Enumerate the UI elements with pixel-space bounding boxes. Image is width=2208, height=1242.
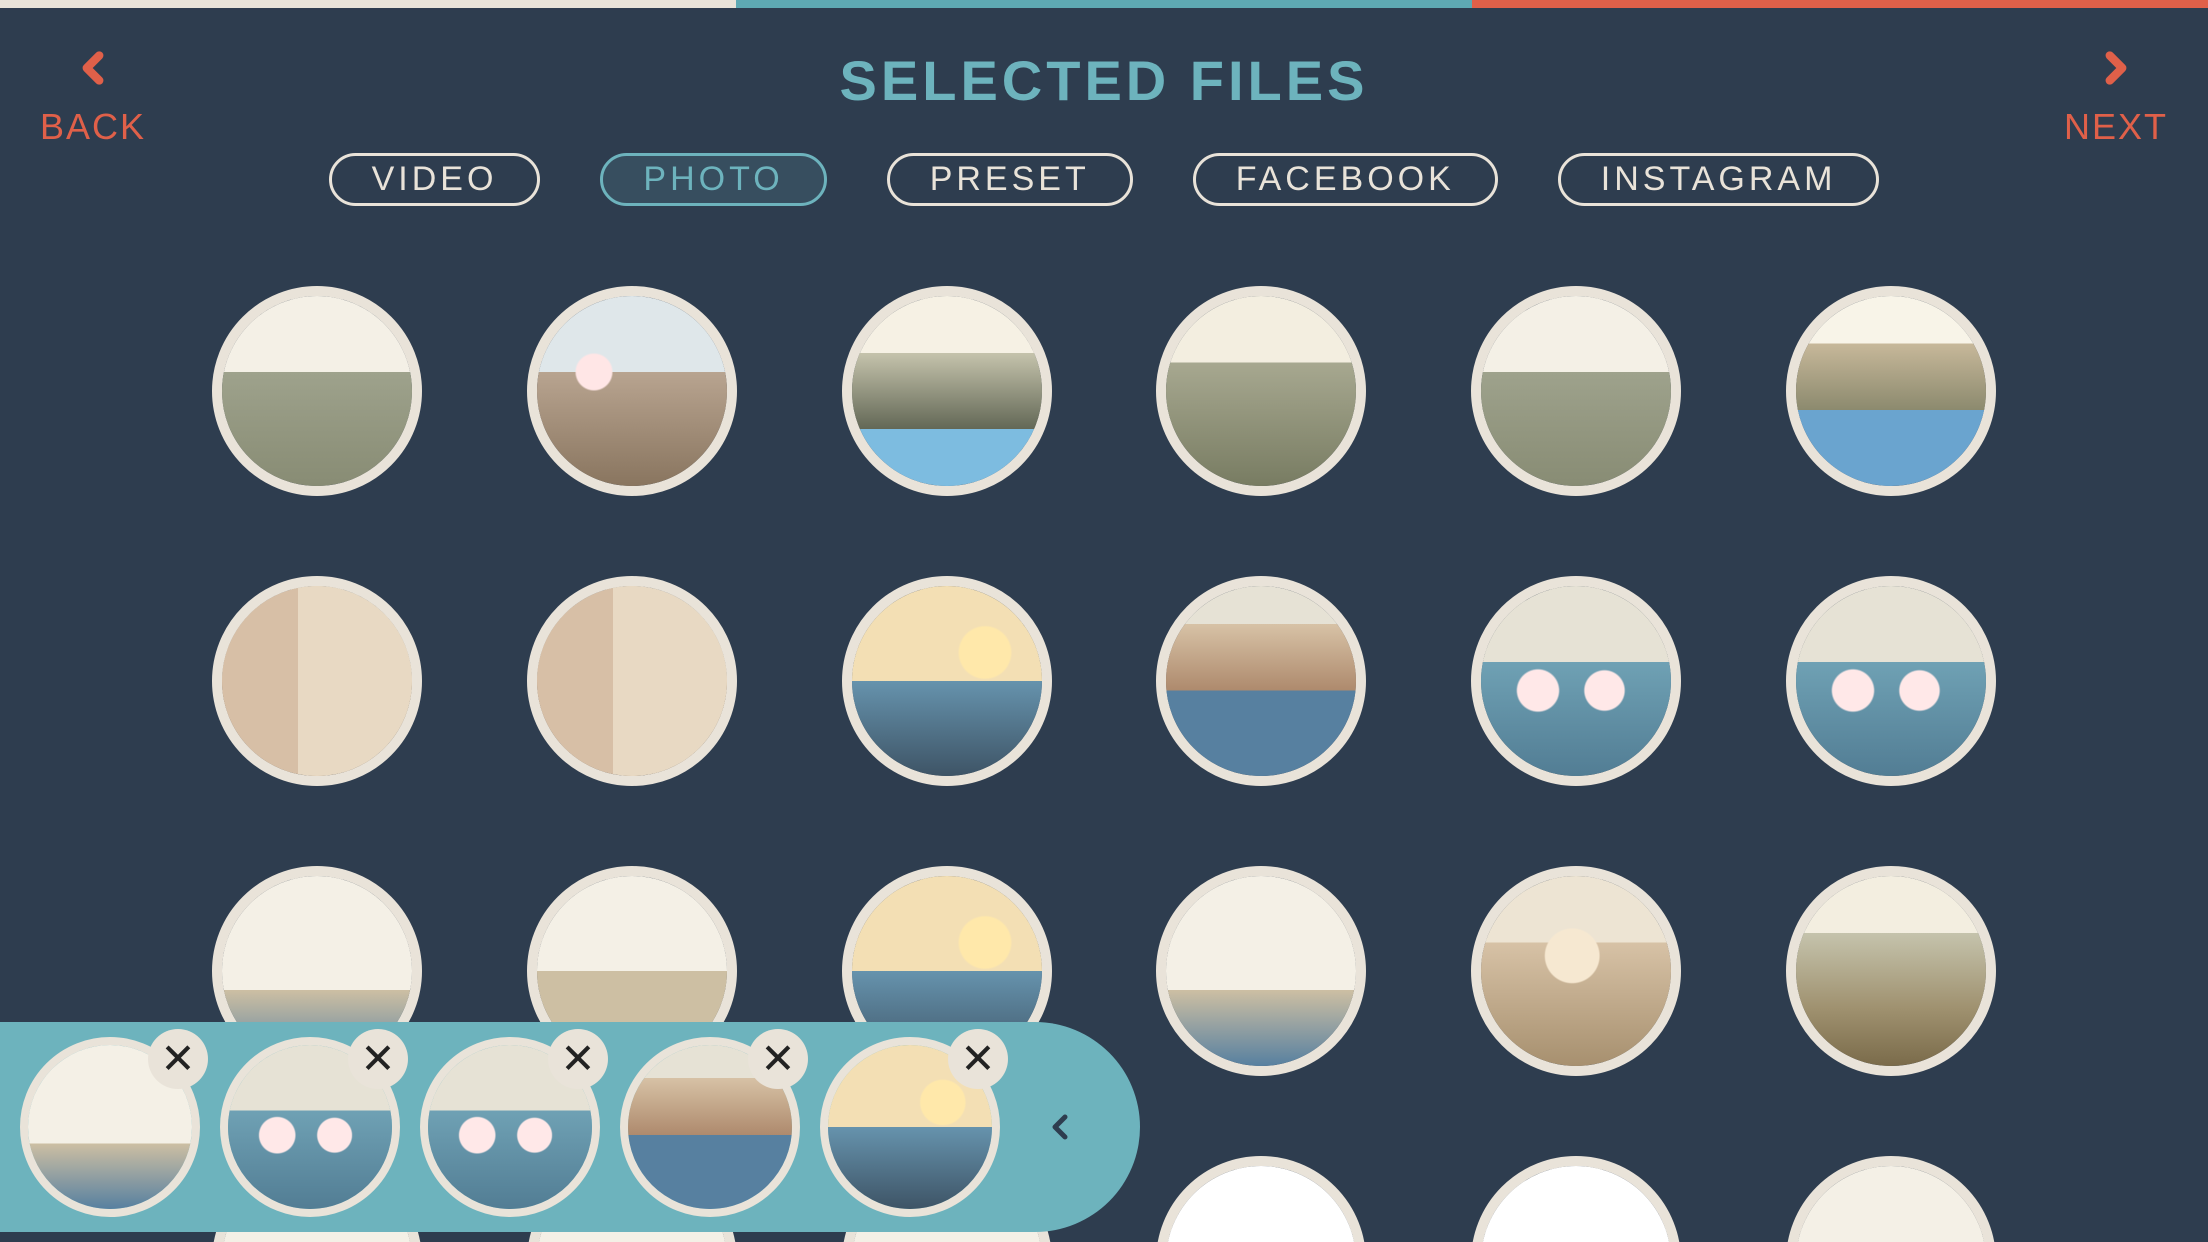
close-icon: ✕ (160, 1038, 195, 1080)
remove-button[interactable]: ✕ (748, 1029, 808, 1089)
chevron-right-icon (2091, 38, 2141, 102)
photo-image (1166, 1166, 1356, 1242)
photo-image (1481, 586, 1671, 776)
remove-button[interactable]: ✕ (948, 1029, 1008, 1089)
photo-thumbnail[interactable] (1471, 286, 1681, 496)
photo-thumbnail[interactable] (842, 576, 1052, 786)
chevron-left-icon (1040, 1092, 1080, 1162)
selected-item: ✕ (620, 1037, 800, 1217)
photo-thumbnail[interactable] (1156, 576, 1366, 786)
header: BACK SELECTED FILES NEXT (0, 8, 2208, 113)
remove-button[interactable]: ✕ (348, 1029, 408, 1089)
close-icon: ✕ (760, 1038, 795, 1080)
photo-thumbnail[interactable] (1471, 866, 1681, 1076)
photo-thumbnail[interactable] (212, 286, 422, 496)
photo-thumbnail[interactable] (1156, 1156, 1366, 1242)
filter-tab-video[interactable]: VIDEO (329, 153, 541, 206)
photo-image (537, 586, 727, 776)
selected-item: ✕ (220, 1037, 400, 1217)
tray-collapse-button[interactable] (1020, 1092, 1100, 1162)
photo-image (222, 586, 412, 776)
selected-item: ✕ (20, 1037, 200, 1217)
filter-tab-facebook[interactable]: FACEBOOK (1193, 153, 1498, 206)
photo-thumbnail[interactable] (1471, 576, 1681, 786)
photo-image (1481, 1166, 1671, 1242)
photo-thumbnail[interactable] (212, 576, 422, 786)
chevron-left-icon (68, 38, 118, 102)
photo-image (1796, 586, 1986, 776)
progress-segment-current (736, 0, 1472, 8)
progress-segment-next (1472, 0, 2208, 8)
selected-item: ✕ (420, 1037, 600, 1217)
filter-tabs: VIDEO PHOTO PRESET FACEBOOK INSTAGRAM (0, 153, 2208, 206)
photo-image (1166, 586, 1356, 776)
photo-thumbnail[interactable] (1786, 1156, 1996, 1242)
photo-thumbnail[interactable] (1786, 286, 1996, 496)
next-label: NEXT (2064, 106, 2168, 148)
photo-thumbnail[interactable] (1156, 866, 1366, 1076)
photo-image (222, 296, 412, 486)
filter-tab-instagram[interactable]: INSTAGRAM (1558, 153, 1880, 206)
photo-image (1166, 296, 1356, 486)
photo-thumbnail[interactable] (1786, 576, 1996, 786)
photo-image (1796, 296, 1986, 486)
photo-thumbnail[interactable] (1786, 866, 1996, 1076)
photo-image (1796, 1166, 1986, 1242)
photo-image (1796, 876, 1986, 1066)
close-icon: ✕ (360, 1038, 395, 1080)
filter-tab-photo[interactable]: PHOTO (600, 153, 826, 206)
photo-image (852, 586, 1042, 776)
photo-image (1166, 876, 1356, 1066)
photo-thumbnail[interactable] (527, 286, 737, 496)
photo-thumbnail[interactable] (527, 576, 737, 786)
close-icon: ✕ (560, 1038, 595, 1080)
photo-thumbnail[interactable] (1156, 286, 1366, 496)
back-button[interactable]: BACK (40, 38, 146, 148)
next-button[interactable]: NEXT (2064, 38, 2168, 148)
back-label: BACK (40, 106, 146, 148)
remove-button[interactable]: ✕ (148, 1029, 208, 1089)
photo-thumbnail[interactable] (1471, 1156, 1681, 1242)
photo-image (1481, 296, 1671, 486)
photo-thumbnail[interactable] (842, 286, 1052, 496)
close-icon: ✕ (960, 1038, 995, 1080)
progress-segment-completed (0, 0, 736, 8)
selected-item: ✕ (820, 1037, 1000, 1217)
progress-bar (0, 0, 2208, 8)
photo-image (852, 296, 1042, 486)
photo-image (1481, 876, 1671, 1066)
page-title: SELECTED FILES (840, 48, 1369, 113)
remove-button[interactable]: ✕ (548, 1029, 608, 1089)
filter-tab-preset[interactable]: PRESET (887, 153, 1133, 206)
photo-image (537, 296, 727, 486)
selected-tray: ✕ ✕ ✕ ✕ ✕ (0, 1022, 1140, 1232)
